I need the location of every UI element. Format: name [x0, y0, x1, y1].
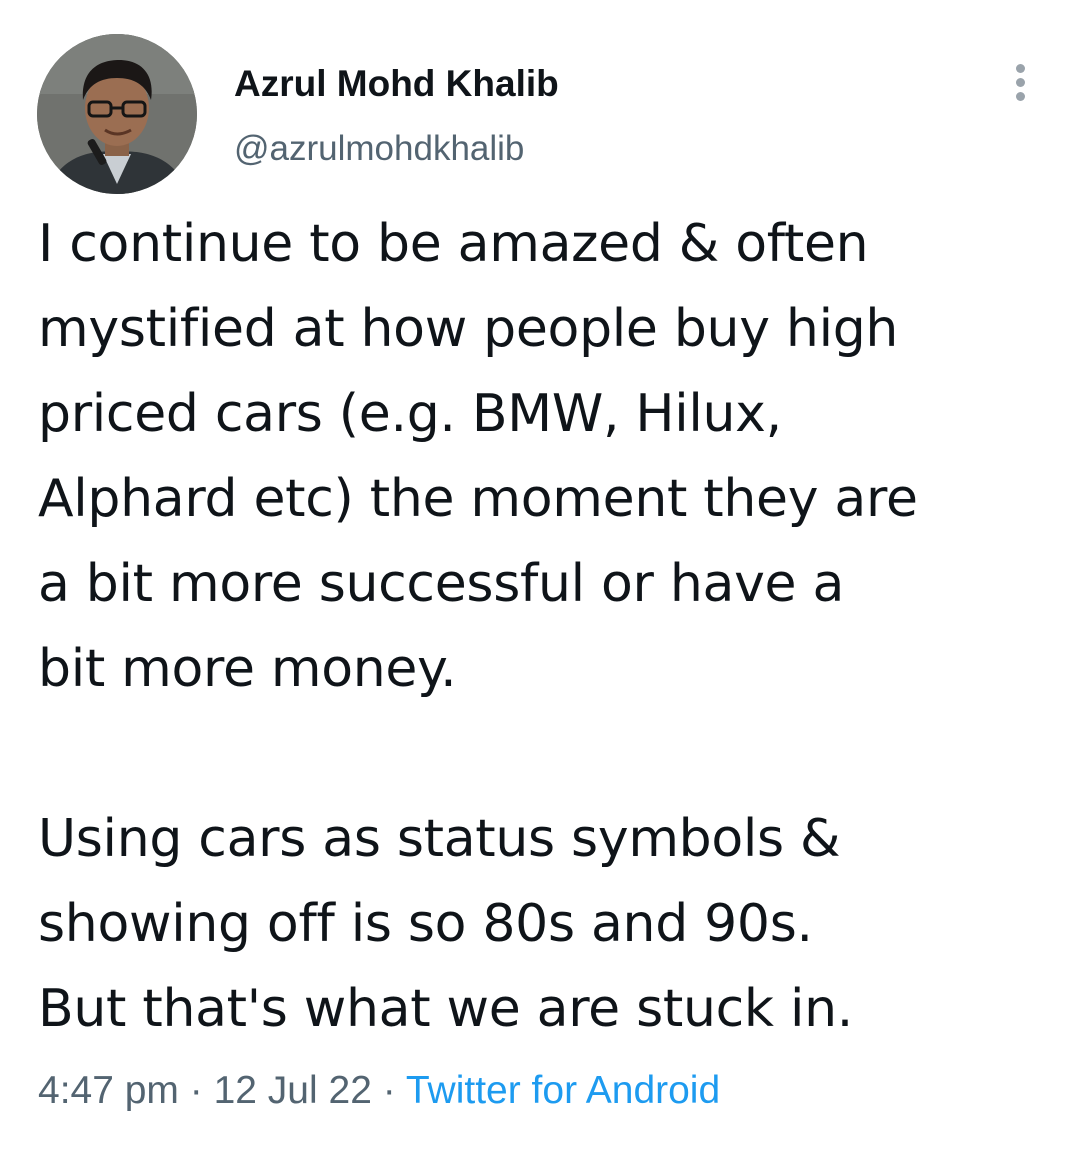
- profile-photo: [37, 34, 197, 194]
- author-display-name[interactable]: Azrul Mohd Khalib: [234, 60, 559, 108]
- tweet-text: I continue to be amazed & often mystifie…: [38, 202, 1048, 1052]
- more-dot: [1016, 78, 1025, 87]
- tweet-card: Azrul Mohd Khalib @azrulmohdkhalib I con…: [0, 0, 1080, 1152]
- tweet-meta: 4:47 pm · 12 Jul 22 · Twitter for Androi…: [38, 1063, 720, 1119]
- meta-separator: ·: [371, 1069, 406, 1112]
- tweet-paragraph: Using cars as status symbols & showing o…: [38, 809, 854, 1039]
- more-vertical-icon[interactable]: [1003, 60, 1037, 104]
- more-dot: [1016, 64, 1025, 73]
- avatar[interactable]: [37, 34, 197, 194]
- tweet-date: 12 Jul 22: [213, 1069, 372, 1112]
- author-handle[interactable]: @azrulmohdkhalib: [234, 126, 524, 172]
- more-dot: [1016, 92, 1025, 101]
- tweet-time: 4:47 pm: [38, 1069, 179, 1112]
- tweet-source-link[interactable]: Twitter for Android: [406, 1069, 720, 1112]
- meta-separator: ·: [178, 1069, 214, 1112]
- tweet-paragraph: I continue to be amazed & often mystifie…: [38, 214, 918, 699]
